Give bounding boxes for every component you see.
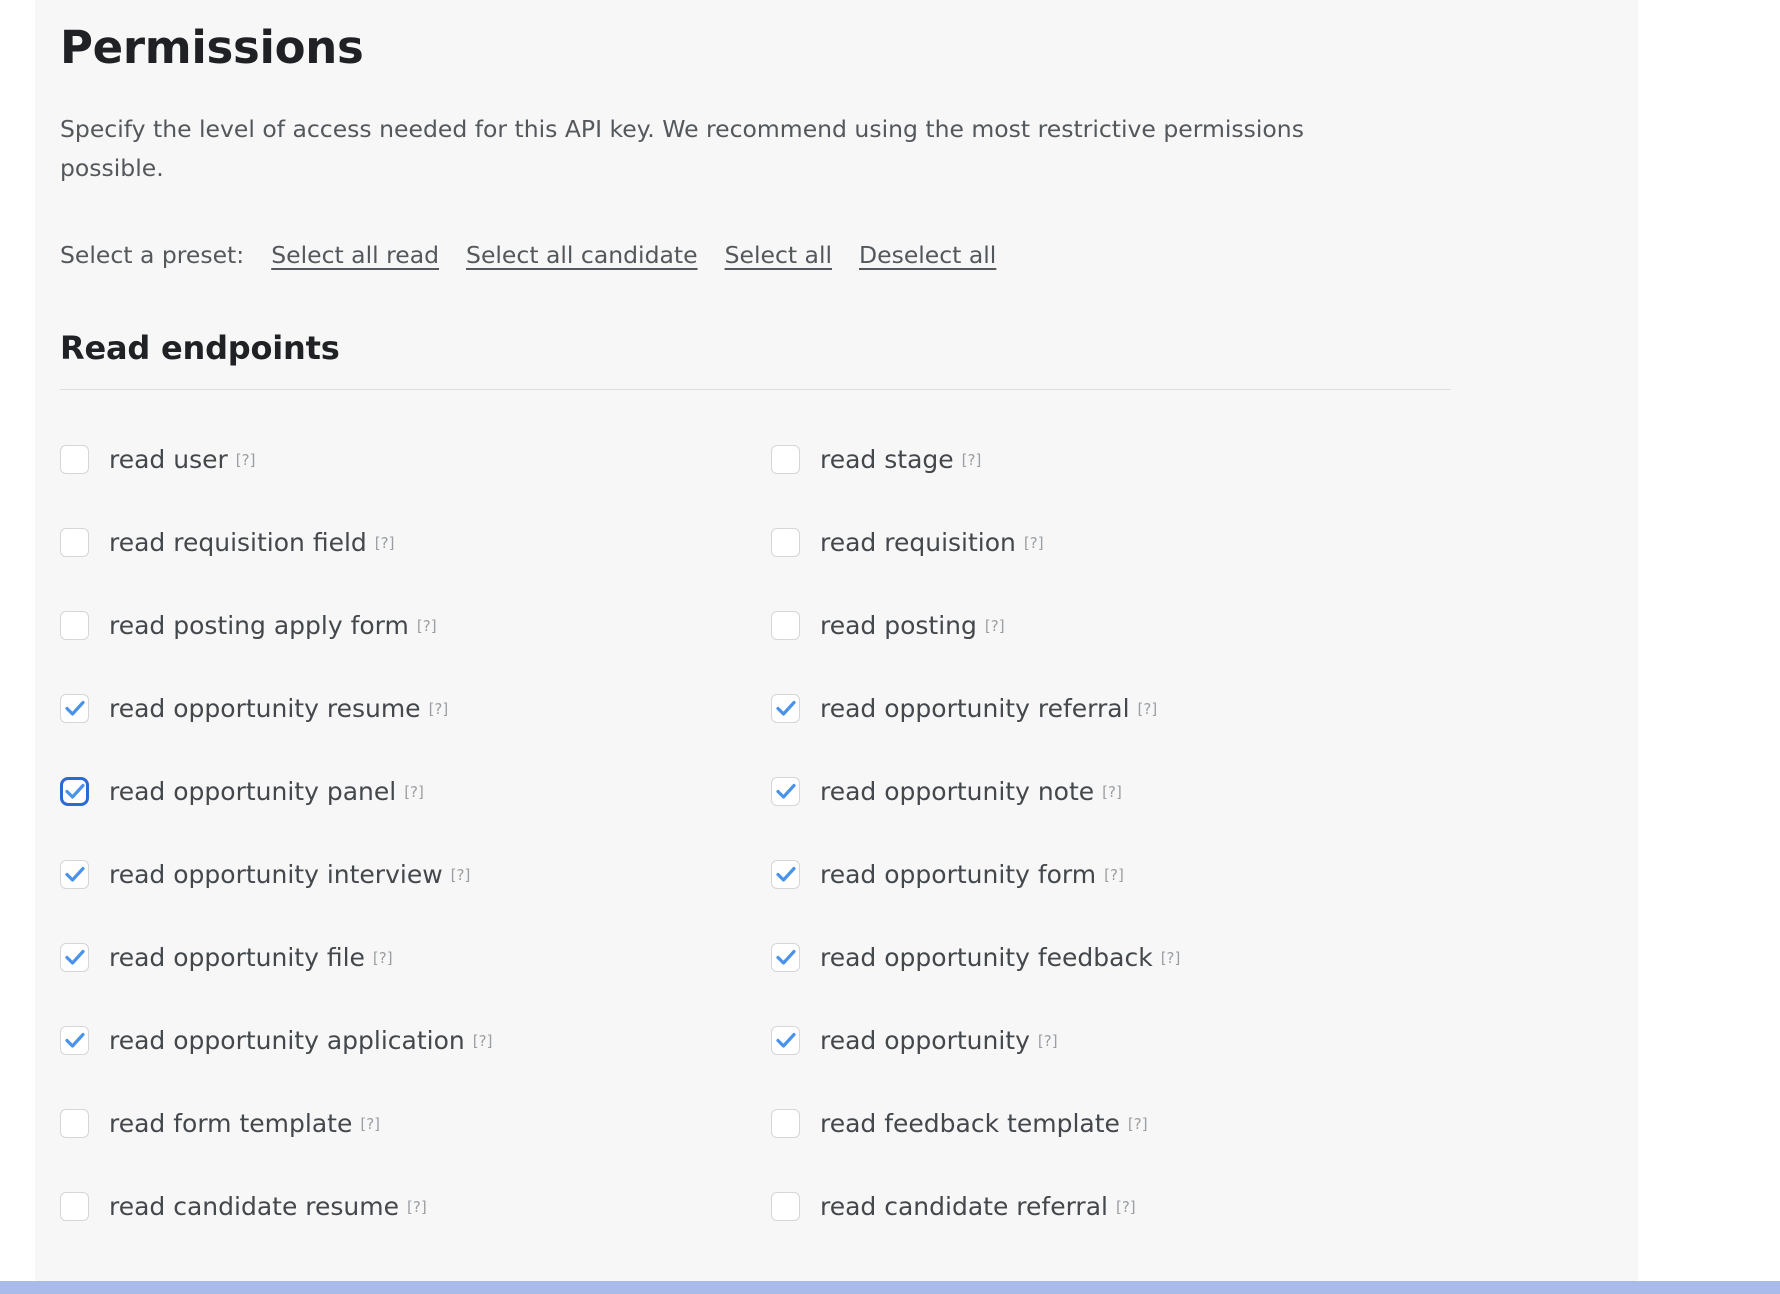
- help-icon[interactable]: [?]: [451, 866, 471, 884]
- permission-row[interactable]: read opportunity form [?]: [771, 833, 1451, 916]
- help-icon[interactable]: [?]: [1116, 1198, 1136, 1216]
- checkbox-read-form-template[interactable]: [60, 1108, 89, 1138]
- preset-row: Select a preset: Select all read Select …: [60, 188, 1615, 269]
- checkbox-read-candidate-referral[interactable]: [771, 1191, 800, 1221]
- permission-label: read opportunity feedback [?]: [820, 942, 1181, 972]
- permission-label: read candidate resume [?]: [109, 1191, 427, 1221]
- permission-row[interactable]: read user [?]: [60, 418, 740, 501]
- checkbox-read-opportunity-feedback[interactable]: [771, 942, 800, 972]
- checkbox-read-posting[interactable]: [771, 610, 800, 640]
- permission-label: read opportunity resume [?]: [109, 693, 449, 723]
- permission-row[interactable]: read candidate referral [?]: [771, 1165, 1451, 1248]
- permission-row[interactable]: read posting [?]: [771, 584, 1451, 667]
- preset-link-select-all-candidate[interactable]: Select all candidate: [466, 241, 698, 269]
- permission-checkbox-grid: read user [?] read stage [?] read requisitio…: [60, 418, 1615, 1248]
- permission-row[interactable]: read feedback template [?]: [771, 1082, 1451, 1165]
- permission-row[interactable]: read requisition field [?]: [60, 501, 740, 584]
- checkbox-read-posting-apply-form[interactable]: [60, 610, 89, 640]
- section-title-read-endpoints: Read endpoints: [60, 328, 340, 367]
- help-icon[interactable]: [?]: [1138, 700, 1158, 718]
- permission-label: read posting [?]: [820, 610, 1005, 640]
- help-icon[interactable]: [?]: [985, 617, 1005, 635]
- permission-row[interactable]: read opportunity [?]: [771, 999, 1451, 1082]
- preset-link-select-all-read[interactable]: Select all read: [271, 241, 439, 269]
- permission-row[interactable]: read stage [?]: [771, 418, 1451, 501]
- permission-row[interactable]: read requisition [?]: [771, 501, 1451, 584]
- help-icon[interactable]: [?]: [473, 1032, 493, 1050]
- permission-label: read requisition field [?]: [109, 527, 395, 557]
- help-icon[interactable]: [?]: [1024, 534, 1044, 552]
- preset-link-select-all[interactable]: Select all: [725, 241, 832, 269]
- help-icon[interactable]: [?]: [417, 617, 437, 635]
- help-icon[interactable]: [?]: [1102, 783, 1122, 801]
- checkbox-read-requisition[interactable]: [771, 527, 800, 557]
- permission-row[interactable]: read opportunity note [?]: [771, 750, 1451, 833]
- checkbox-read-feedback-template[interactable]: [771, 1108, 800, 1138]
- checkbox-read-opportunity-form[interactable]: [771, 859, 800, 889]
- permission-row[interactable]: read candidate resume [?]: [60, 1165, 740, 1248]
- permission-row[interactable]: read opportunity feedback [?]: [771, 916, 1451, 999]
- checkbox-read-opportunity-resume[interactable]: [60, 693, 89, 723]
- help-icon[interactable]: [?]: [360, 1115, 380, 1133]
- checkbox-read-candidate-resume[interactable]: [60, 1191, 89, 1221]
- permission-row[interactable]: read form template [?]: [60, 1082, 740, 1165]
- page-title: Permissions: [60, 21, 364, 74]
- permission-row[interactable]: read opportunity application [?]: [60, 999, 740, 1082]
- permission-row[interactable]: read opportunity interview [?]: [60, 833, 740, 916]
- help-icon[interactable]: [?]: [404, 783, 424, 801]
- checkbox-read-opportunity-interview[interactable]: [60, 859, 89, 889]
- content-panel: Permissions Specify the level of access …: [35, 0, 1638, 1294]
- bottom-accent-bar: [0, 1281, 1780, 1294]
- help-icon[interactable]: [?]: [373, 949, 393, 967]
- permission-label: read stage [?]: [820, 444, 982, 474]
- permission-label: read opportunity file [?]: [109, 942, 393, 972]
- permissions-screen: Permissions Specify the level of access …: [0, 0, 1780, 1294]
- help-icon[interactable]: [?]: [407, 1198, 427, 1216]
- section-divider: [60, 388, 1451, 390]
- permission-row[interactable]: read opportunity referral [?]: [771, 667, 1451, 750]
- preset-label: Select a preset:: [60, 240, 245, 269]
- checkbox-read-requisition-field[interactable]: [60, 527, 89, 557]
- permission-label: read requisition [?]: [820, 527, 1044, 557]
- permission-label: read opportunity [?]: [820, 1025, 1058, 1055]
- checkbox-read-stage[interactable]: [771, 444, 800, 474]
- checkbox-read-opportunity-panel[interactable]: [60, 776, 89, 806]
- help-icon[interactable]: [?]: [429, 700, 449, 718]
- permission-row[interactable]: read opportunity resume [?]: [60, 667, 740, 750]
- help-icon[interactable]: [?]: [236, 451, 256, 469]
- permission-label: read candidate referral [?]: [820, 1191, 1136, 1221]
- permission-row[interactable]: read opportunity panel [?]: [60, 750, 740, 833]
- checkbox-read-opportunity-application[interactable]: [60, 1025, 89, 1055]
- permission-label: read opportunity referral [?]: [820, 693, 1158, 723]
- permission-label: read opportunity panel [?]: [109, 776, 424, 806]
- permission-label: read user [?]: [109, 444, 256, 474]
- preset-link-deselect-all[interactable]: Deselect all: [859, 241, 996, 269]
- help-icon[interactable]: [?]: [375, 534, 395, 552]
- permission-label: read opportunity note [?]: [820, 776, 1122, 806]
- permission-label: read form template [?]: [109, 1108, 381, 1138]
- checkbox-read-opportunity[interactable]: [771, 1025, 800, 1055]
- permission-label: read opportunity application [?]: [109, 1025, 493, 1055]
- permission-label: read opportunity interview [?]: [109, 859, 471, 889]
- checkbox-read-opportunity-referral[interactable]: [771, 693, 800, 723]
- page-description: Specify the level of access needed for t…: [60, 114, 1304, 182]
- permission-label: read posting apply form [?]: [109, 610, 437, 640]
- checkbox-read-opportunity-file[interactable]: [60, 942, 89, 972]
- permission-row[interactable]: read posting apply form [?]: [60, 584, 740, 667]
- help-icon[interactable]: [?]: [962, 451, 982, 469]
- help-icon[interactable]: [?]: [1038, 1032, 1058, 1050]
- help-icon[interactable]: [?]: [1128, 1115, 1148, 1133]
- checkbox-read-opportunity-note[interactable]: [771, 776, 800, 806]
- help-icon[interactable]: [?]: [1161, 949, 1181, 967]
- permission-row[interactable]: read opportunity file [?]: [60, 916, 740, 999]
- permission-label: read opportunity form [?]: [820, 859, 1124, 889]
- checkbox-read-user[interactable]: [60, 444, 89, 474]
- help-icon[interactable]: [?]: [1104, 866, 1124, 884]
- permission-label: read feedback template [?]: [820, 1108, 1148, 1138]
